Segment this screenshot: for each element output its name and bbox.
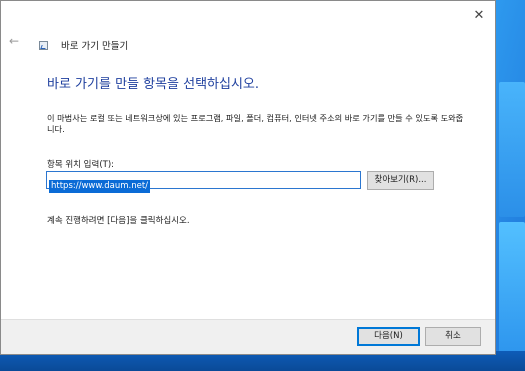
dialog-title: 바로 가기 만들기 — [61, 41, 129, 52]
windows-logo-pane — [499, 82, 525, 217]
next-button[interactable]: 다음(N) — [357, 327, 420, 346]
windows-logo-pane — [499, 222, 525, 352]
location-input[interactable]: https://www.daum.net/ — [46, 171, 361, 193]
browse-button[interactable]: 찾아보기(R)... — [367, 171, 434, 190]
cancel-button[interactable]: 취소 — [425, 327, 481, 346]
location-input-value: https://www.daum.net/ — [49, 180, 151, 193]
location-label: 항목 위치 입력(T): — [47, 160, 115, 170]
shortcut-icon — [39, 41, 48, 50]
back-arrow-icon: ← — [9, 34, 20, 48]
close-button[interactable]: ✕ — [467, 5, 491, 27]
wizard-description: 이 마법사는 로컬 또는 네트워크상에 있는 프로그램, 파일, 폴더, 컴퓨터… — [47, 113, 464, 134]
page-heading: 바로 가기를 만들 항목을 선택하십시오. — [47, 77, 260, 92]
back-button[interactable]: ← — [9, 34, 19, 48]
continue-instruction: 계속 진행하려면 [다음]을 클릭하십시오. — [47, 216, 190, 226]
dialog-footer: 다음(N) 취소 — [1, 319, 495, 354]
close-icon: ✕ — [473, 8, 485, 23]
create-shortcut-dialog: ✕ ← 바로 가기 만들기 바로 가기를 만들 항목을 선택하십시오. 이 마법… — [0, 0, 496, 355]
